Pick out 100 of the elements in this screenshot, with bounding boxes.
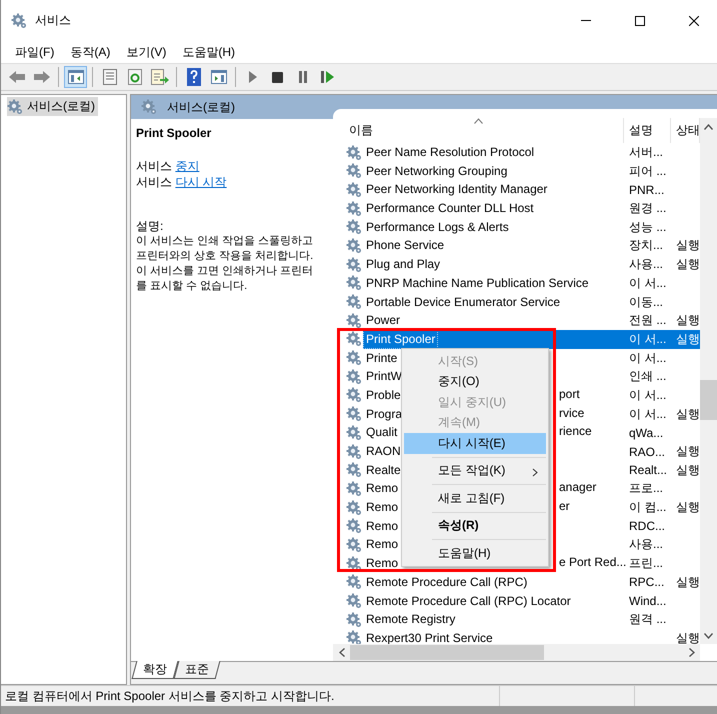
- service-name-cell[interactable]: Remo: [363, 535, 402, 554]
- gear-icon: [346, 556, 362, 572]
- service-name-cell[interactable]: Print Spooler: [363, 330, 438, 349]
- gear-icon: [346, 294, 362, 310]
- context-menu-item[interactable]: 도움말(H): [404, 543, 546, 564]
- description-cell-text: 사용...: [628, 257, 664, 272]
- gear-icon: [346, 444, 362, 460]
- service-name-cell[interactable]: Remo: [363, 516, 402, 536]
- gear-icon: [346, 574, 362, 590]
- column-header[interactable]: 설명: [624, 118, 671, 143]
- service-name-cell[interactable]: Performance Logs & Alerts: [363, 218, 512, 237]
- tree-item[interactable]: 서비스(로컬): [7, 97, 98, 116]
- service-name-cell[interactable]: Remote Registry: [363, 610, 458, 630]
- service-name-cell[interactable]: Remo: [363, 498, 402, 518]
- scroll-thumb[interactable]: [350, 645, 544, 660]
- status-cell-text: 실행: [675, 238, 700, 252]
- gear-icon: [141, 99, 157, 115]
- play-icon: [248, 71, 258, 83]
- service-name-cell[interactable]: Peer Networking Grouping: [363, 162, 510, 181]
- service-name-cell[interactable]: Portable Device Enumerator Service: [363, 292, 564, 312]
- gear-icon: [346, 387, 362, 404]
- service-name-cell[interactable]: Plug and Play: [363, 255, 444, 274]
- service-name-cell[interactable]: Remote Procedure Call (RPC) Locator: [363, 592, 574, 610]
- service-name-cell[interactable]: Rexpert30 Print Service: [363, 628, 496, 644]
- status-cell-text: 실행: [675, 313, 700, 328]
- description-cell-text: 서버...: [628, 145, 664, 159]
- description-cell-text: 프린...: [628, 556, 664, 570]
- scroll-down-icon: [704, 632, 713, 638]
- scroll-thumb[interactable]: [700, 380, 717, 420]
- service-name-cell[interactable]: Remo: [363, 554, 402, 574]
- status-cell-text: 실행: [675, 630, 700, 644]
- service-name-cell[interactable]: Phone Service: [363, 236, 448, 256]
- action-link[interactable]: 다시 시작: [175, 175, 227, 189]
- context-menu-item[interactable]: 다시 시작(E): [404, 433, 546, 454]
- description-cell-text: Realt...: [628, 463, 668, 478]
- service-name-cell[interactable]: Remote Procedure Call (RPC): [363, 572, 530, 592]
- window-title: 서비스: [35, 12, 72, 29]
- description-cell-text: 원경 ...: [628, 201, 666, 216]
- gear-icon: [346, 500, 362, 516]
- service-name-cell[interactable]: RAON: [363, 442, 404, 461]
- description-label: 설명:: [136, 218, 164, 234]
- context-menu-item[interactable]: 중지(O): [404, 372, 546, 392]
- horizontal-scrollbar[interactable]: [333, 644, 700, 661]
- status-cell-text: 실행: [675, 462, 700, 477]
- service-name-cell[interactable]: Power: [363, 311, 404, 330]
- menu-item[interactable]: 파일(F): [7, 41, 62, 63]
- column-header[interactable]: 이름: [333, 118, 624, 143]
- view-tab[interactable]: 확장: [132, 661, 178, 679]
- service-name-cell[interactable]: Peer Name Resolution Protocol: [363, 143, 538, 162]
- gear-icon: [346, 518, 362, 534]
- service-name-cell[interactable]: Progra: [363, 404, 406, 424]
- gear-icon: [346, 331, 362, 348]
- description-cell-text: qWa...: [628, 426, 664, 440]
- action-link[interactable]: 중지: [175, 159, 200, 173]
- gear-icon: [346, 200, 362, 217]
- context-menu-item[interactable]: 모든 작업(K): [404, 460, 546, 481]
- gear-icon: [346, 238, 362, 254]
- service-name-cell[interactable]: PNRP Machine Name Publication Service: [363, 274, 592, 293]
- service-name-cell[interactable]: Remo: [363, 479, 402, 498]
- service-name-cell[interactable]: PrintW: [363, 367, 405, 386]
- service-name-cell[interactable]: Performance Counter DLL Host: [363, 199, 537, 218]
- gear-icon: [346, 480, 362, 497]
- action-label: 서비스: [136, 175, 172, 189]
- menu-item[interactable]: 보기(V): [118, 41, 174, 63]
- menu-item[interactable]: 도움말(H): [174, 41, 243, 63]
- service-name-cell: rvice: [559, 404, 584, 422]
- description-cell-text: RPC...: [628, 575, 664, 590]
- service-name-cell[interactable]: Qualit: [363, 423, 400, 442]
- menu-item[interactable]: 동작(A): [62, 41, 118, 63]
- service-name-cell[interactable]: Realte: [363, 460, 404, 480]
- status-cell-text: 실행: [675, 257, 700, 272]
- description-cell-text: 이 서...: [628, 332, 666, 346]
- context-menu-item[interactable]: 새로 고침(F): [404, 488, 546, 508]
- service-name-cell: rience: [559, 423, 592, 440]
- status-text: 로컬 컴퓨터에서 Print Spooler 서비스를 중지하고 시작합니다.: [5, 688, 334, 704]
- pause-icon: [298, 71, 308, 83]
- action-label: 서비스: [136, 159, 172, 173]
- service-name-cell: e Port Red...: [559, 554, 626, 572]
- sort-caret-icon: [474, 118, 483, 124]
- status-cell-text: 실행: [675, 574, 700, 589]
- view-tab[interactable]: 표준: [174, 661, 220, 679]
- service-name-cell[interactable]: Peer Networking Identity Manager: [363, 180, 550, 200]
- gear-icon: [346, 593, 362, 609]
- description-cell-text: 이동...: [628, 294, 664, 308]
- gear-icon: [346, 612, 362, 628]
- gear-icon: [346, 163, 362, 180]
- service-name-cell[interactable]: Printe: [363, 348, 400, 368]
- vertical-scrollbar[interactable]: [700, 118, 717, 644]
- context-menu-item[interactable]: 속성(R): [404, 516, 546, 536]
- close-icon: [689, 16, 699, 26]
- description-cell-text: 원격 ...: [628, 612, 666, 626]
- service-name-cell[interactable]: Proble: [363, 386, 404, 405]
- description-cell-text: 성능 ...: [628, 220, 666, 234]
- description-cell-text: 피어 ...: [628, 164, 666, 178]
- refresh-icon: [128, 69, 142, 85]
- back-arrow-icon: [8, 70, 26, 84]
- description-text: 이 서비스는 인쇄 작업을 스풀링하고 프린터와의 상호 작용을 처리합니다. 이 서비스를 끄면 인쇄하거나 프린터를 표시할 수 없습니다.: [136, 234, 314, 294]
- app-gear-icon: [11, 12, 27, 28]
- restart-icon: [320, 71, 334, 83]
- scroll-up-icon: [704, 124, 713, 130]
